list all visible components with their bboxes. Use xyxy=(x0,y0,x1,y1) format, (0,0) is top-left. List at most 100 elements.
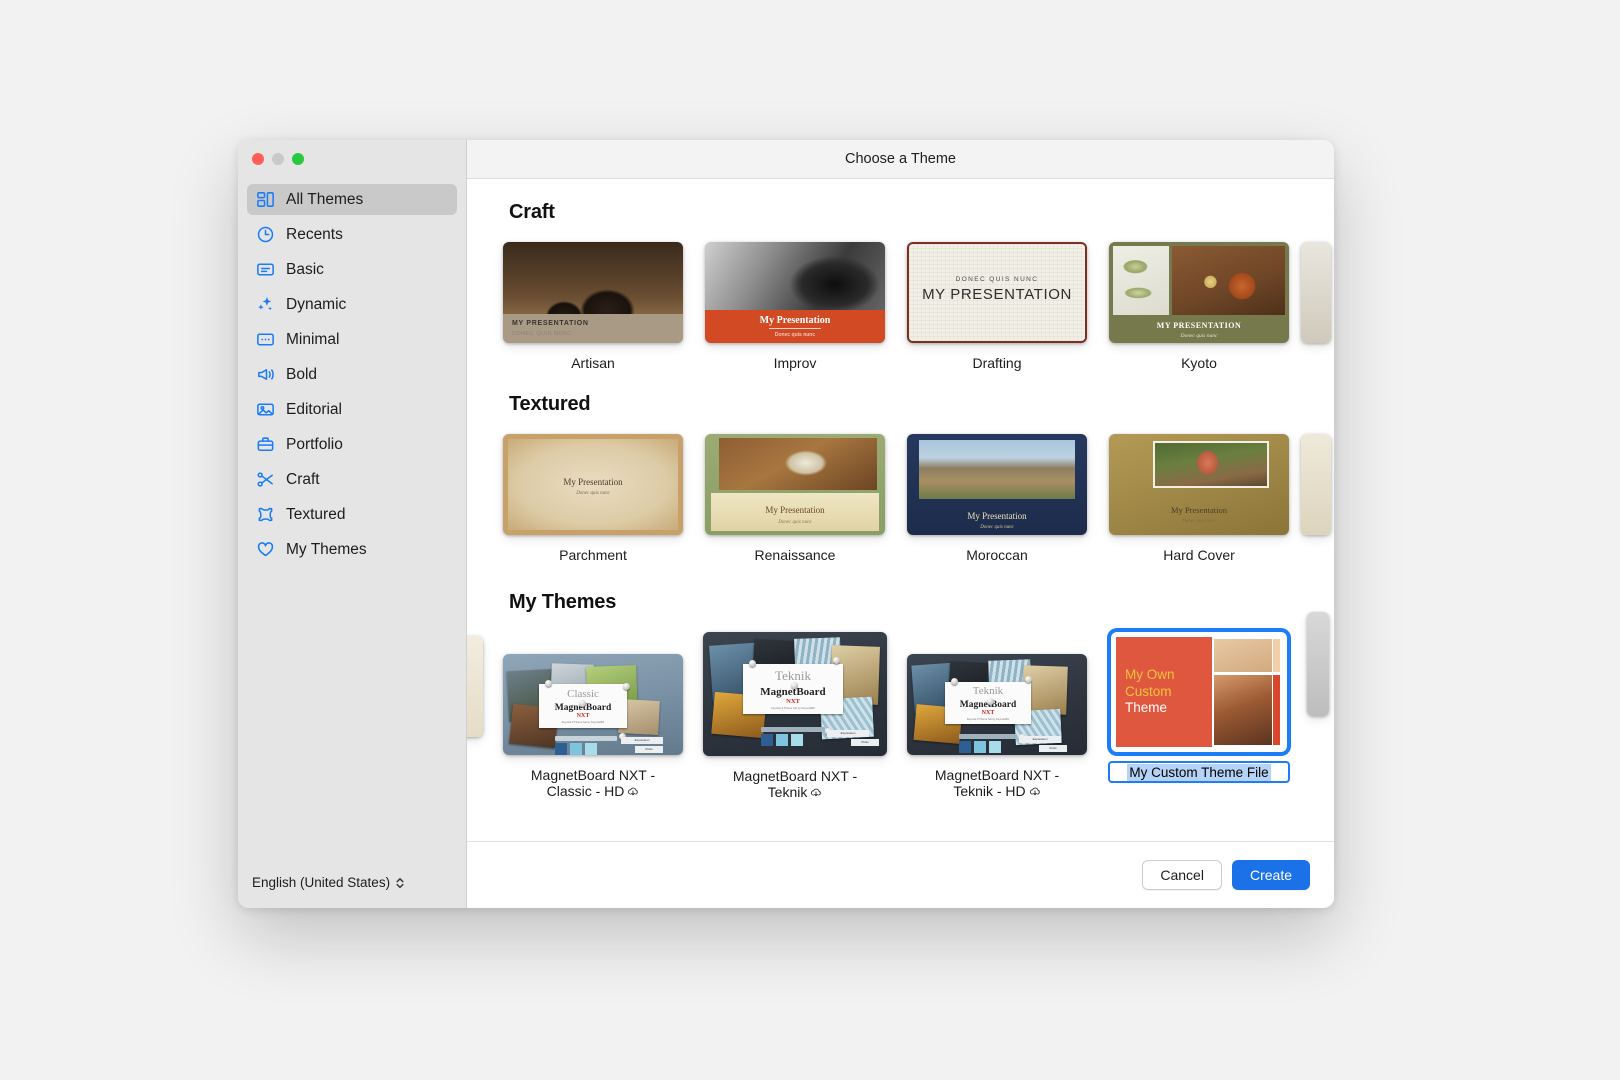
slide-title: MY PRESENTATION xyxy=(1156,321,1242,330)
theme-thumbnail-partial[interactable] xyxy=(1301,434,1331,536)
theme-cell-improv[interactable]: My Presentation Donec quis nunc Improv xyxy=(694,242,896,371)
theme-cell-hard-cover[interactable]: My Presentation Donec quis nunc Hard Cov… xyxy=(1098,434,1300,563)
dots-card-icon xyxy=(255,329,276,350)
theme-thumbnail-partial[interactable] xyxy=(1307,612,1329,717)
theme-thumbnail[interactable]: Teknik MagnetBoard NXT Keynote 6 Theme S… xyxy=(907,654,1087,756)
art-title: Teknik xyxy=(972,685,1004,698)
sidebar-item-recents[interactable]: Recents xyxy=(247,219,457,250)
custom-line-3: Theme xyxy=(1125,700,1168,716)
theme-name-line1: MagnetBoard NXT - xyxy=(732,768,858,785)
sidebar-item-editorial[interactable]: Editorial xyxy=(247,394,457,425)
art-nxt: NXT xyxy=(981,710,995,717)
card-icon xyxy=(255,259,276,280)
theme-row: Classic MagnetBoard NXT Keynote 6 Theme … xyxy=(467,612,1334,802)
theme-cell-renaissance[interactable]: My Presentation Donec quis nunc Renaissa… xyxy=(694,434,896,563)
theme-cell-moroccan[interactable]: My Presentation Donec quis nunc Moroccan xyxy=(896,434,1098,563)
slide-title: My Presentation xyxy=(765,505,825,516)
theme-name-input[interactable]: My Custom Theme File xyxy=(1108,761,1290,784)
section-title: Craft xyxy=(509,201,555,223)
sidebar-item-label: Minimal xyxy=(286,330,340,348)
slide-title: MY PRESENTATION xyxy=(922,286,1072,303)
theme-name: Kyoto xyxy=(1181,355,1217,371)
minimize-button[interactable] xyxy=(272,153,284,165)
art-tab1: Expression xyxy=(827,730,869,738)
slide-title: My Presentation xyxy=(759,315,831,326)
theme-thumbnail[interactable]: My Presentation Donec quis nunc xyxy=(907,434,1087,536)
window-controls xyxy=(238,140,466,178)
theme-cell-kyoto[interactable]: MY PRESENTATION Donec quis nunc Kyoto xyxy=(1098,242,1300,371)
art-tab1: Expression xyxy=(1019,736,1061,744)
theme-cell-magnetboard-classic-hd[interactable]: Classic MagnetBoard NXT Keynote 6 Theme … xyxy=(492,654,694,802)
sidebar-item-label: Textured xyxy=(286,505,346,523)
sidebar-item-bold[interactable]: Bold xyxy=(247,359,457,390)
window-title: Choose a Theme xyxy=(467,140,1334,179)
theme-thumbnail[interactable]: My Presentation Donec quis nunc xyxy=(503,434,683,536)
sidebar-item-label: Portfolio xyxy=(286,435,343,453)
cloud-download-icon[interactable] xyxy=(1029,785,1041,801)
theme-thumbnail[interactable]: MY PRESENTATION DONEC QUIS NUNC xyxy=(503,242,683,343)
theme-cell-my-custom-theme-file[interactable]: My Own Custom Theme My Custom Theme File xyxy=(1098,632,1300,802)
theme-cell-magnetboard-teknik[interactable]: Teknik MagnetBoard NXT Keynote 6 Theme S… xyxy=(694,632,896,802)
theme-thumbnail[interactable]: MY PRESENTATION Donec quis nunc xyxy=(1109,242,1289,343)
theme-thumbnail[interactable]: Classic MagnetBoard NXT Keynote 6 Theme … xyxy=(503,654,683,756)
theme-thumbnail[interactable]: My Presentation Donec quis nunc xyxy=(705,434,885,536)
theme-name-line2: Classic - HD xyxy=(546,783,625,800)
sidebar-item-textured[interactable]: Textured xyxy=(247,499,457,530)
dialog-footer: Cancel Create xyxy=(467,841,1334,908)
theme-cell-magnetboard-teknik-hd[interactable]: Teknik MagnetBoard NXT Keynote 6 Theme S… xyxy=(896,654,1098,802)
cloud-download-icon[interactable] xyxy=(810,786,822,802)
theme-name-line2: Teknik - HD xyxy=(953,783,1026,800)
section-textured: Textured My Presentation Donec quis nunc… xyxy=(467,371,1334,563)
theme-name-line1: MagnetBoard NXT - xyxy=(934,767,1060,784)
theme-thumbnail[interactable]: DONEC QUIS NUNC MY PRESENTATION xyxy=(907,242,1087,343)
sidebar-item-label: Basic xyxy=(286,260,324,278)
theme-cell-artisan[interactable]: MY PRESENTATION DONEC QUIS NUNC Artisan xyxy=(492,242,694,371)
theme-thumbnail[interactable]: My Presentation Donec quis nunc xyxy=(1109,434,1289,536)
main-panel: Choose a Theme Craft MY PRESENTATION DON… xyxy=(467,140,1334,908)
cloud-download-icon[interactable] xyxy=(627,785,639,801)
theme-thumbnail-selected[interactable]: My Own Custom Theme xyxy=(1111,632,1287,753)
art-tab2: Picks xyxy=(851,739,879,747)
sidebar-item-label: Editorial xyxy=(286,400,342,418)
slide-subtitle: Donec quis nunc xyxy=(778,520,812,526)
theme-name-line1: MagnetBoard NXT - xyxy=(530,767,656,784)
sidebar-item-craft[interactable]: Craft xyxy=(247,464,457,495)
zoom-button[interactable] xyxy=(292,153,304,165)
sidebar-item-label: Bold xyxy=(286,365,318,383)
section-title: My Themes xyxy=(509,591,617,614)
slide-subtitle: DONEC QUIS NUNC xyxy=(955,276,1039,283)
theme-thumbnail[interactable]: Teknik MagnetBoard NXT Keynote 6 Theme S… xyxy=(703,632,887,757)
sidebar-item-minimal[interactable]: Minimal xyxy=(247,324,457,355)
photo-icon xyxy=(255,399,276,420)
sidebar-item-portfolio[interactable]: Portfolio xyxy=(247,429,457,460)
language-popup[interactable]: English (United States) xyxy=(238,875,466,908)
create-button[interactable]: Create xyxy=(1231,860,1310,890)
theme-row: MY PRESENTATION DONEC QUIS NUNC Artisan … xyxy=(467,224,1334,371)
art-tagline: Keynote 6 Theme Set by KeynoteBiz xyxy=(966,718,1010,722)
cancel-button[interactable]: Cancel xyxy=(1142,860,1222,890)
theme-thumbnail-partial[interactable] xyxy=(467,636,483,738)
custom-line-1: My Own xyxy=(1125,667,1175,683)
slide-subtitle: Donec quis nunc xyxy=(1182,519,1216,525)
slide-title: My Presentation xyxy=(1171,505,1227,516)
heart-icon xyxy=(255,539,276,560)
slide-subtitle: Donec quis nunc xyxy=(1180,333,1218,339)
sidebar-item-my-themes[interactable]: My Themes xyxy=(247,534,457,565)
sidebar-item-basic[interactable]: Basic xyxy=(247,254,457,285)
theme-cell-drafting[interactable]: DONEC QUIS NUNC MY PRESENTATION Drafting xyxy=(896,242,1098,371)
scissors-icon xyxy=(255,469,276,490)
theme-thumbnail[interactable]: My Presentation Donec quis nunc xyxy=(705,242,885,343)
sidebar: All Themes Recents Basic Dynamic Minimal… xyxy=(238,140,467,908)
theme-name: Moroccan xyxy=(966,547,1028,564)
theme-cell-parchment[interactable]: My Presentation Donec quis nunc Parchmen… xyxy=(492,434,694,563)
theme-thumbnail-partial[interactable] xyxy=(1301,242,1331,343)
art-tagline: Keynote 6 Theme Set by KeynoteBiz xyxy=(771,707,815,711)
theme-scroll-area[interactable]: Craft MY PRESENTATION DONEC QUIS NUNC Ar… xyxy=(467,179,1334,841)
close-button[interactable] xyxy=(252,153,264,165)
sidebar-item-dynamic[interactable]: Dynamic xyxy=(247,289,457,320)
sidebar-item-all-themes[interactable]: All Themes xyxy=(247,184,457,215)
sidebar-item-label: My Themes xyxy=(286,540,367,558)
sidebar-item-label: Recents xyxy=(286,225,343,243)
art-tab1: Expression xyxy=(621,737,663,745)
briefcase-icon xyxy=(255,434,276,455)
